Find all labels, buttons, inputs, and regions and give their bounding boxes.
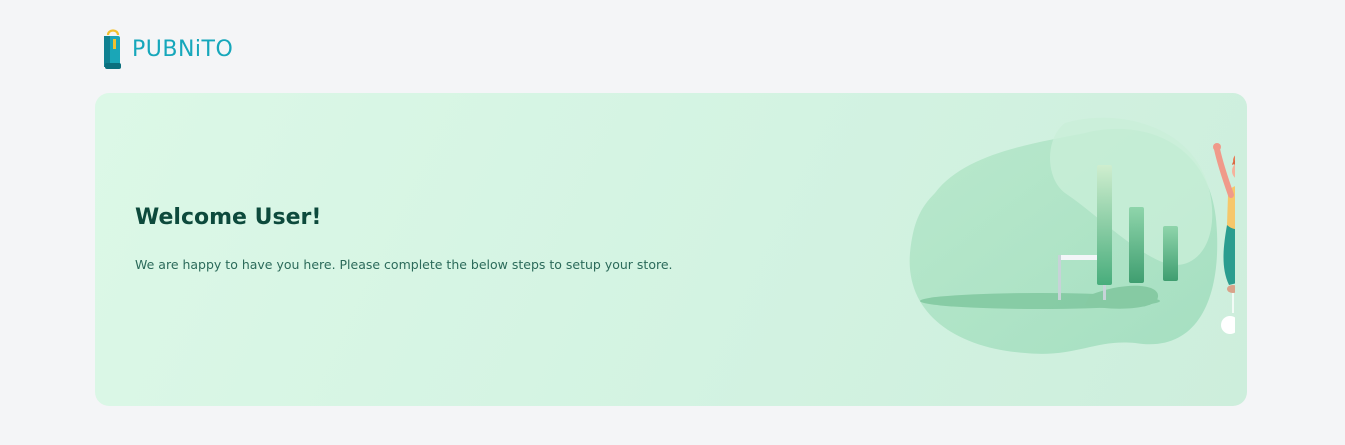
welcome-card: Welcome User! We are happy to have you h… — [95, 93, 1247, 406]
shopping-bag-icon — [104, 29, 121, 69]
welcome-title: Welcome User! — [135, 205, 322, 230]
woman-jumping-with-bar-chart-illustration — [909, 117, 1235, 354]
header: PUBNiTO — [102, 26, 233, 72]
welcome-subtitle: We are happy to have you here. Please co… — [135, 257, 673, 272]
brand-name[interactable]: PUBNiTO — [132, 39, 233, 61]
